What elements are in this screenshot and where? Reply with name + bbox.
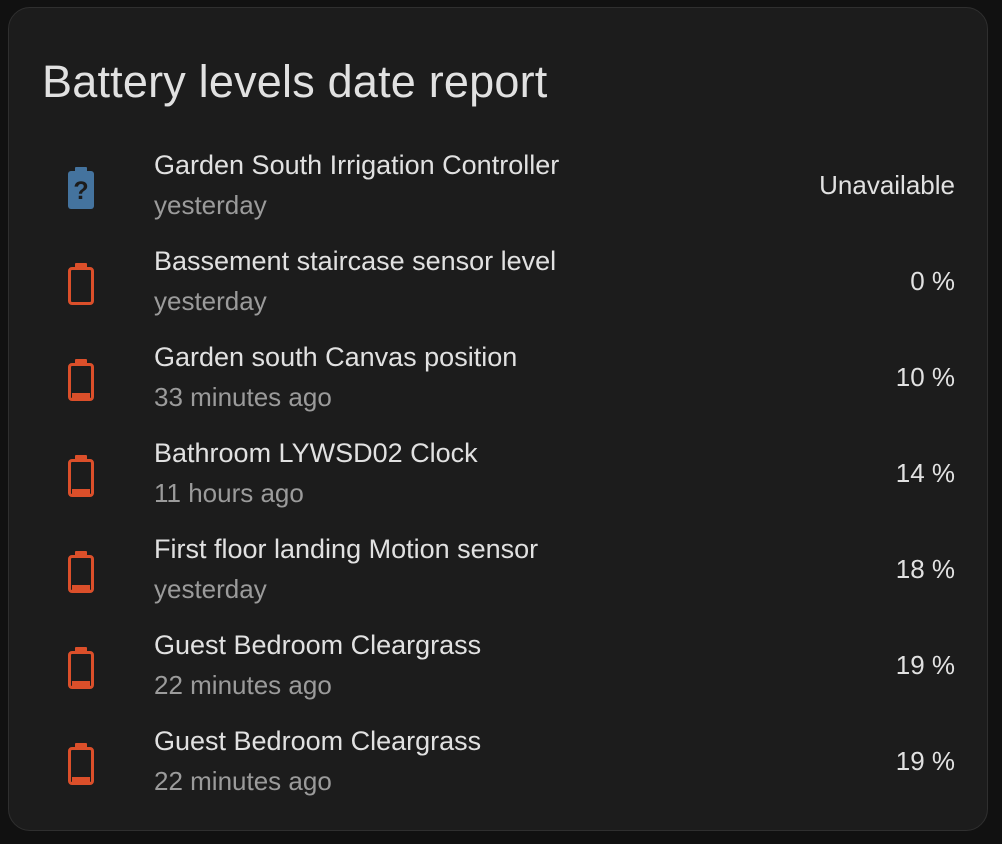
battery-10-icon — [67, 646, 95, 690]
battery-10-icon — [67, 358, 95, 402]
entity-row[interactable]: Bathroom LYWSD02 Clock 11 hours ago 14 % — [9, 432, 987, 528]
entity-name: Guest Bedroom Cleargrass — [154, 630, 482, 660]
entity-value: 18 % — [895, 554, 955, 584]
entity-name: Garden South Irrigation Controller — [154, 150, 560, 180]
entity-row[interactable]: Bassement staircase sensor level yesterd… — [9, 240, 987, 336]
svg-text:?: ? — [73, 177, 88, 205]
entity-row[interactable]: Garden south Canvas position 33 minutes … — [9, 336, 987, 432]
entity-last-changed: 33 minutes ago — [154, 382, 332, 412]
entity-value: Unavailable — [819, 170, 955, 200]
entity-row[interactable]: ? Garden South Irrigation Controller yes… — [9, 144, 987, 240]
entity-value: 19 % — [895, 746, 955, 776]
entity-last-changed: 22 minutes ago — [154, 670, 332, 700]
entity-name: Bassement staircase sensor level — [154, 246, 557, 276]
entity-row[interactable]: First floor landing Motion sensor yester… — [9, 528, 987, 624]
battery-card: Battery levels date report ? Garden Sout… — [8, 7, 988, 831]
card-title: Battery levels date report — [42, 56, 548, 107]
battery-10-icon — [67, 550, 95, 594]
entity-row[interactable]: Guest Bedroom Cleargrass 22 minutes ago … — [9, 720, 987, 816]
entity-last-changed: yesterday — [154, 574, 267, 604]
entity-name: First floor landing Motion sensor — [154, 534, 539, 564]
battery-unknown-icon: ? — [67, 166, 95, 210]
battery-outline-icon — [67, 262, 95, 306]
entity-name: Bathroom LYWSD02 Clock — [154, 438, 478, 468]
entity-row[interactable]: Guest Bedroom Cleargrass 22 minutes ago … — [9, 624, 987, 720]
battery-10-icon — [67, 742, 95, 786]
entity-name: Guest Bedroom Cleargrass — [154, 726, 482, 756]
entity-name: Garden south Canvas position — [154, 342, 518, 372]
entity-last-changed: 11 hours ago — [154, 478, 304, 508]
entity-last-changed: yesterday — [154, 286, 267, 316]
entity-value: 14 % — [895, 458, 955, 488]
entity-value: 10 % — [895, 362, 955, 392]
entity-value: 0 % — [910, 266, 955, 296]
battery-10-icon — [67, 454, 95, 498]
entity-value: 19 % — [895, 650, 955, 680]
entity-last-changed: 22 minutes ago — [154, 766, 332, 796]
entity-last-changed: yesterday — [154, 190, 267, 220]
entity-list: ? Garden South Irrigation Controller yes… — [9, 144, 987, 816]
